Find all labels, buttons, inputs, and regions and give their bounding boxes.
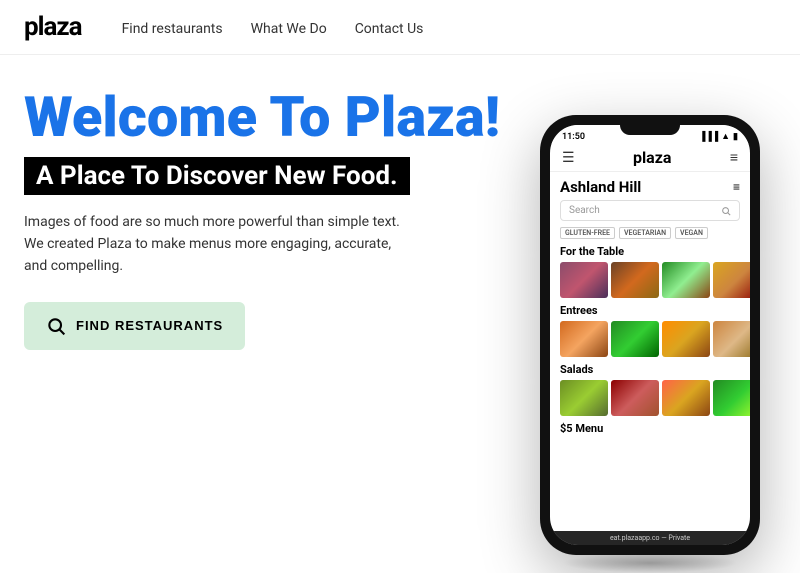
logo[interactable]: plaza	[24, 12, 82, 42]
hero-section: Welcome To Plaza! A Place To Discover Ne…	[0, 55, 800, 350]
food-image-pizza[interactable]	[662, 380, 710, 416]
phone-app-logo: plaza	[575, 148, 730, 167]
food-image-noodle[interactable]	[713, 321, 750, 357]
phone-search-bar[interactable]: Search	[560, 200, 740, 221]
nav-item-what[interactable]: What We Do	[251, 18, 327, 37]
food-image-berry[interactable]	[560, 262, 608, 298]
phone-footer: eat.plazaapp.co — Private	[550, 531, 750, 545]
section-title-5-menu: $5 Menu	[560, 422, 740, 435]
restaurant-name: Ashland Hill ≡	[560, 178, 740, 196]
phone-notch	[620, 125, 680, 135]
food-image-pasta[interactable]	[713, 262, 750, 298]
phone-dietary-tags: GLUTEN-FREE VEGETARIAN VEGAN	[560, 227, 740, 239]
section-title-for-the-table: For the Table	[560, 245, 740, 258]
section-images-for-the-table	[560, 262, 740, 298]
phone-outer: 11:50 ▐▐▐ ▲ ▮ ☰ plaza ≡ Ashland H	[540, 115, 760, 555]
tag-vegetarian[interactable]: VEGETARIAN	[619, 227, 671, 239]
signal-icon: ▐▐▐	[699, 131, 718, 142]
section-images-salads	[560, 380, 740, 416]
food-image-bowl[interactable]	[611, 262, 659, 298]
food-image-fried[interactable]	[560, 321, 608, 357]
tag-vegan[interactable]: VEGAN	[675, 227, 708, 239]
section-images-entrees	[560, 321, 740, 357]
hero-description: Images of food are so much more powerful…	[24, 211, 404, 278]
hamburger-icon[interactable]: ☰	[562, 150, 575, 166]
food-image-salad[interactable]	[662, 262, 710, 298]
phone-search-icon	[721, 206, 731, 216]
food-image-wrap[interactable]	[560, 380, 608, 416]
tag-gluten-free[interactable]: GLUTEN-FREE	[560, 227, 615, 239]
list-icon[interactable]: ≡	[730, 149, 738, 166]
phone-navbar: ☰ plaza ≡	[550, 144, 750, 172]
phone-content: Ashland Hill ≡ Search GLUTEN-FREE VEGETA…	[550, 172, 750, 445]
status-icons: ▐▐▐ ▲ ▮	[699, 131, 738, 142]
section-title-entrees: Entrees	[560, 304, 740, 317]
food-image-steak[interactable]	[611, 380, 659, 416]
hero-subtitle: A Place To Discover New Food.	[24, 157, 410, 195]
phone-screen: 11:50 ▐▐▐ ▲ ▮ ☰ plaza ≡ Ashland H	[550, 125, 750, 545]
nav-item-find[interactable]: Find restaurants	[122, 18, 223, 37]
section-title-salads: Salads	[560, 363, 740, 376]
phone-shadow	[562, 553, 738, 573]
menu-list-icon[interactable]: ≡	[733, 180, 740, 194]
food-image-curry[interactable]	[662, 321, 710, 357]
search-icon	[46, 316, 66, 336]
nav-item-contact[interactable]: Contact Us	[355, 18, 424, 37]
nav-links: Find restaurants What We Do Contact Us	[122, 18, 424, 37]
food-image-green[interactable]	[611, 321, 659, 357]
phone-time: 11:50	[562, 132, 585, 142]
battery-icon: ▮	[733, 132, 738, 142]
food-image-avocado[interactable]	[713, 380, 750, 416]
navbar: plaza Find restaurants What We Do Contac…	[0, 0, 800, 55]
wifi-icon: ▲	[721, 131, 730, 142]
phone-mockup: 11:50 ▐▐▐ ▲ ▮ ☰ plaza ≡ Ashland H	[540, 115, 760, 555]
find-restaurants-button[interactable]: FIND RESTAURANTS	[24, 302, 245, 350]
